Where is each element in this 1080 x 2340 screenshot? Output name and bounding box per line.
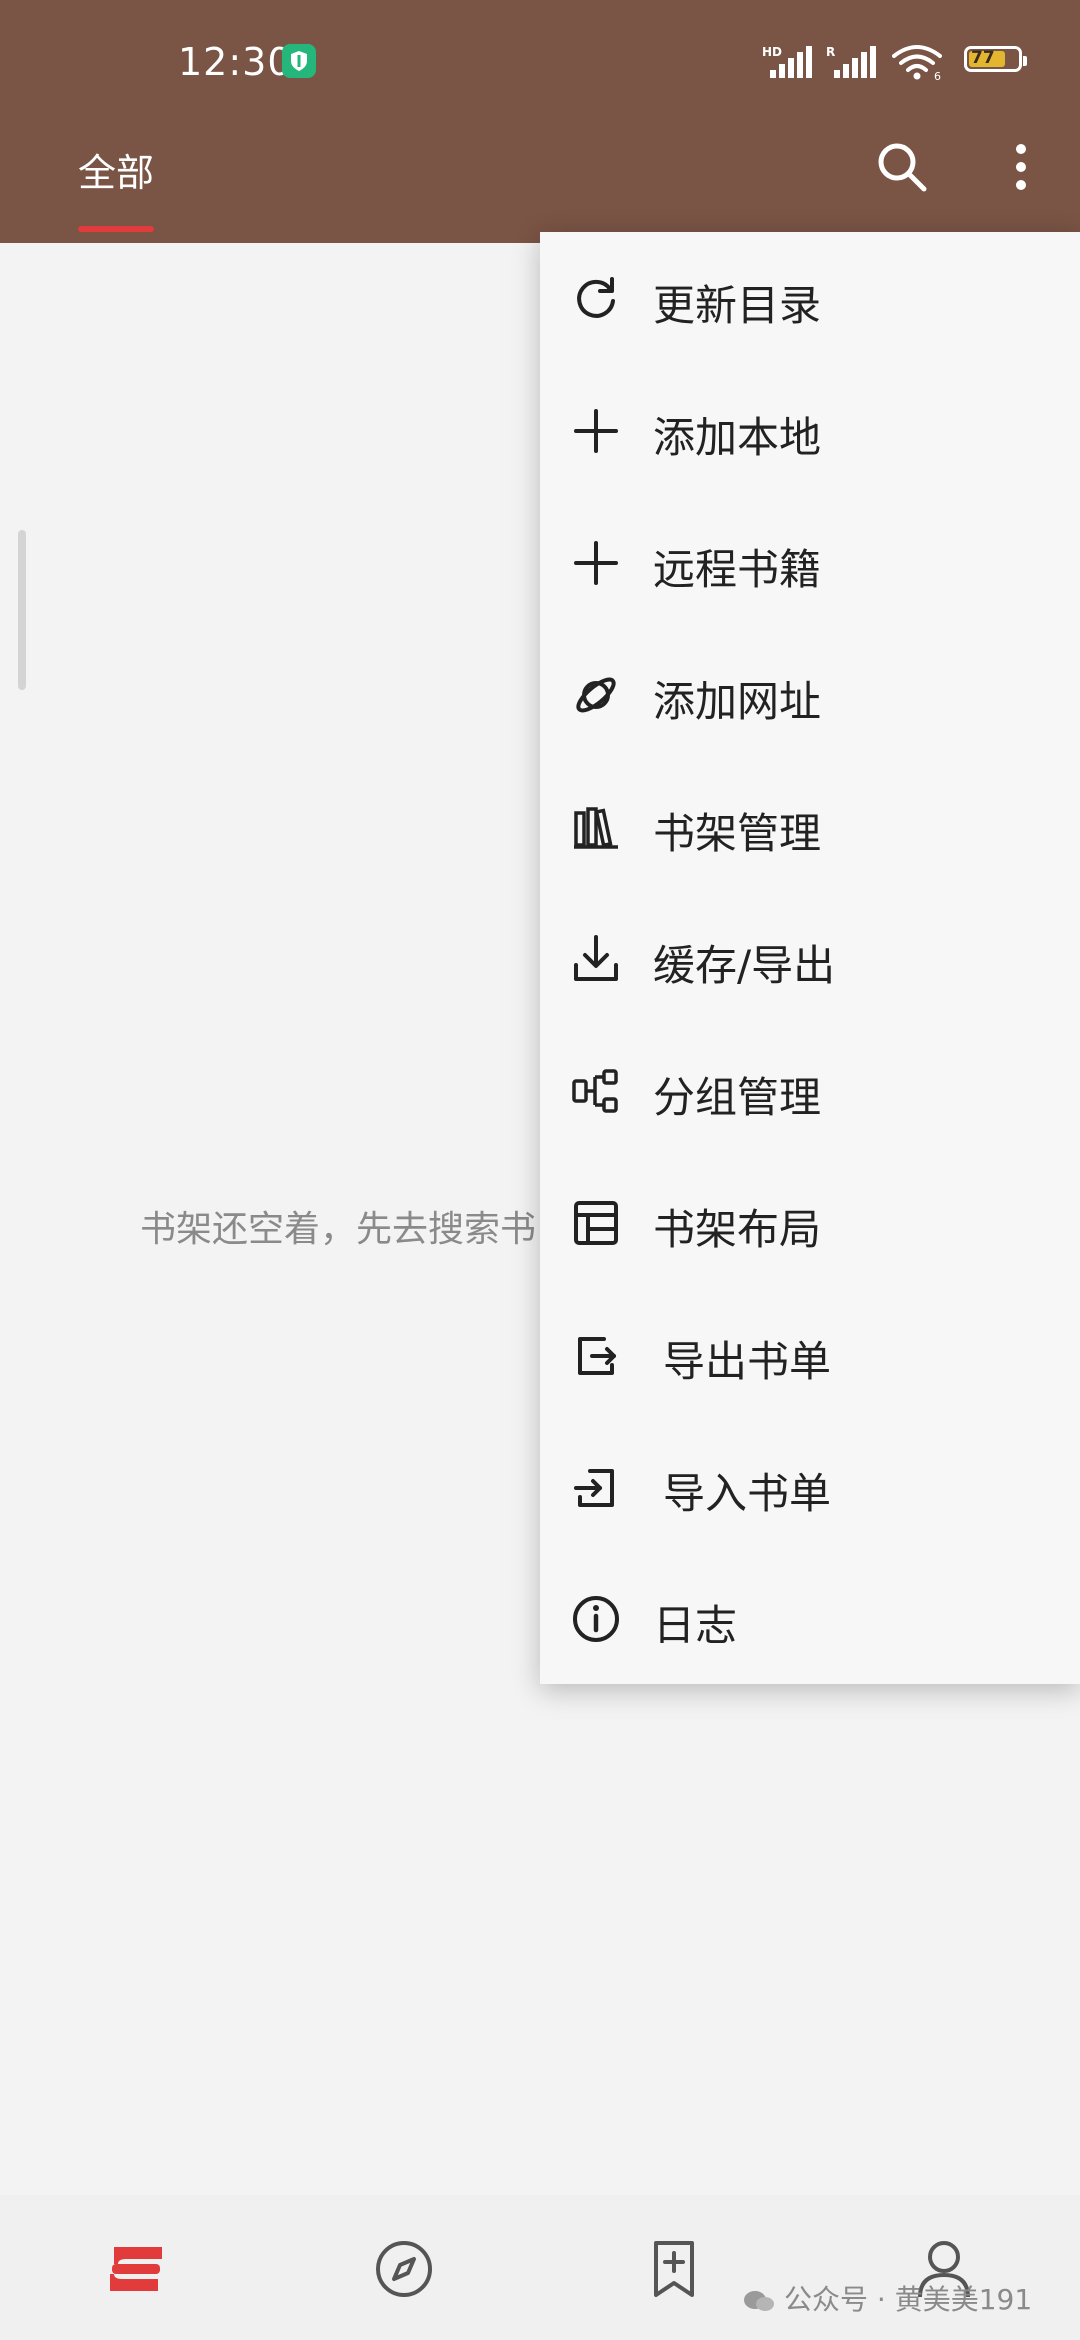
status-time: 12:30 [178, 40, 293, 84]
layout-icon [574, 1201, 618, 1245]
menu-label: 添加网址 [653, 677, 822, 726]
menu-label: 分组管理 [653, 1073, 822, 1122]
menu-item-add-local[interactable]: 添加本地 [540, 364, 1080, 496]
overflow-menu: 更新目录 添加本地 远程书籍 添加网址 书架管理 缓存/导出 分组管理 书架布局… [540, 232, 1080, 1684]
refresh-icon [577, 277, 615, 318]
menu-item-remote-books[interactable]: 远程书籍 [540, 496, 1080, 628]
app-header: 12:30 HD R 6 77 全部 [0, 0, 1080, 243]
menu-item-import-booklist[interactable]: 导入书单 [540, 1420, 1080, 1552]
watermark: 公众号 · 黄美美191 [742, 2278, 1032, 2318]
signal-r-icon: R [826, 45, 876, 78]
signal-hd-icon: HD [762, 45, 812, 78]
wechat-icon [744, 2291, 774, 2311]
tab-indicator [78, 226, 154, 232]
menu-label: 更新目录 [653, 281, 822, 330]
battery-cap [1023, 56, 1027, 66]
tab-all[interactable]: 全部 [78, 142, 154, 197]
menu-item-bookshelf-manage[interactable]: 书架管理 [540, 760, 1080, 892]
menu-label: 远程书籍 [653, 545, 822, 594]
screen: 12:30 HD R 6 77 全部 书架还空着，先去搜索书 更新目录 添加本地… [0, 0, 1080, 2340]
battery-percent: 77 [971, 48, 995, 68]
menu-label: 缓存/导出 [653, 941, 836, 990]
shield-status-icon [282, 44, 316, 78]
menu-item-shelf-layout[interactable]: 书架布局 [540, 1156, 1080, 1288]
wifi-icon: 6 [892, 45, 942, 82]
download-icon [574, 935, 618, 981]
bottom-nav [0, 2195, 1080, 2340]
status-icons: HD R 6 77 [762, 40, 1027, 84]
menu-label: 添加本地 [653, 413, 822, 462]
info-icon [573, 1596, 619, 1642]
menu-label: 导出书单 [663, 1337, 832, 1386]
menu-label: 书架管理 [653, 809, 822, 858]
watermark-text: 公众号 · 黄美美191 [784, 2283, 1033, 2316]
plus-icon [574, 541, 618, 585]
empty-shelf-message: 书架还空着，先去搜索书 [140, 1209, 537, 1250]
menu-item-update-catalog[interactable]: 更新目录 [540, 232, 1080, 364]
menu-item-log[interactable]: 日志 [540, 1552, 1080, 1684]
svg-text:R: R [826, 45, 835, 59]
menu-item-cache-export[interactable]: 缓存/导出 [540, 892, 1080, 1024]
bookshelf-nav-icon[interactable] [104, 2237, 168, 2301]
menu-item-add-url[interactable]: 添加网址 [540, 628, 1080, 760]
menu-item-group-manage[interactable]: 分组管理 [540, 1024, 1080, 1156]
export-icon [578, 1337, 616, 1375]
plus-icon [574, 409, 618, 453]
svg-text:6: 6 [934, 70, 941, 82]
battery-icon: 77 [964, 46, 1027, 72]
bookmark-add-icon[interactable] [642, 2237, 706, 2301]
group-icon [572, 1069, 618, 1113]
svg-text:HD: HD [762, 45, 782, 59]
more-vert-icon[interactable] [1004, 137, 1038, 197]
import-icon [574, 1469, 614, 1507]
scroll-thumb[interactable] [18, 530, 26, 690]
menu-item-export-booklist[interactable]: 导出书单 [540, 1288, 1080, 1420]
menu-label: 书架布局 [653, 1205, 822, 1254]
menu-label: 日志 [653, 1601, 738, 1650]
planet-icon [576, 677, 616, 713]
menu-label: 导入书单 [663, 1469, 832, 1518]
bookshelf-icon [574, 807, 618, 849]
search-icon[interactable] [872, 137, 932, 197]
compass-icon[interactable] [372, 2237, 436, 2301]
